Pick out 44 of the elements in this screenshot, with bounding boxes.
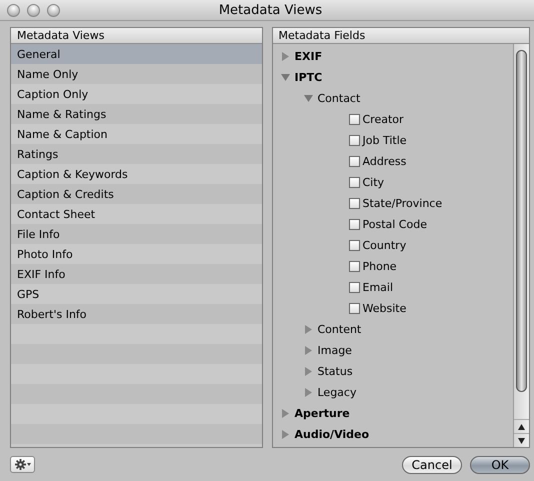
tree-item[interactable]: EXIF <box>294 50 322 63</box>
gear-icon <box>14 459 26 470</box>
checkbox-label[interactable]: Postal Code <box>362 218 427 231</box>
tree-item[interactable]: IPTC <box>294 71 322 84</box>
window-title: Metadata Views <box>218 2 324 18</box>
checkbox[interactable] <box>348 135 360 146</box>
scroll-down-icon[interactable] <box>518 438 525 444</box>
cancel-button[interactable]: Cancel <box>402 456 462 474</box>
tree-item[interactable]: Audio/Video <box>294 428 370 441</box>
checkbox-label[interactable]: State/Province <box>362 197 442 210</box>
column-header: Metadata Fields <box>272 28 529 44</box>
scrollbar[interactable] <box>513 44 529 447</box>
scroll-up-icon[interactable] <box>518 424 525 430</box>
minimize-button[interactable] <box>27 4 40 16</box>
checkbox[interactable] <box>348 156 360 167</box>
tree-item[interactable]: Image <box>318 344 352 357</box>
checkbox-label[interactable]: Website <box>362 302 406 315</box>
action-menu-button[interactable] <box>10 456 35 473</box>
checkbox-label[interactable]: City <box>362 176 384 189</box>
column-header: Metadata Views <box>11 28 262 44</box>
tree-item[interactable]: Legacy <box>318 386 356 399</box>
checkbox[interactable] <box>348 177 360 188</box>
checkbox[interactable] <box>348 114 360 125</box>
checkbox[interactable] <box>348 240 360 251</box>
checkbox-label[interactable]: Email <box>362 281 394 294</box>
checkbox[interactable] <box>348 261 360 272</box>
checkbox-label[interactable]: Address <box>362 155 406 168</box>
tree-item[interactable]: Status <box>318 365 353 378</box>
checkbox-label[interactable]: Creator <box>362 113 404 126</box>
checkbox-label[interactable]: Job Title <box>362 134 407 147</box>
tree-item[interactable]: Aperture <box>294 407 350 420</box>
checkbox-label[interactable]: Country <box>362 239 406 252</box>
caret-icon <box>26 463 30 466</box>
checkbox[interactable] <box>348 198 360 209</box>
list-item[interactable]: General <box>11 44 262 64</box>
tree-item[interactable]: Content <box>318 323 362 336</box>
ok-button[interactable]: OK <box>470 456 530 474</box>
checkbox[interactable] <box>348 219 360 230</box>
tree-item[interactable]: Contact <box>318 92 360 105</box>
zoom-button[interactable] <box>47 4 60 16</box>
checkbox[interactable] <box>348 282 360 293</box>
checkbox-label[interactable]: Phone <box>362 260 397 273</box>
checkbox[interactable] <box>348 303 360 314</box>
close-button[interactable] <box>7 4 20 16</box>
